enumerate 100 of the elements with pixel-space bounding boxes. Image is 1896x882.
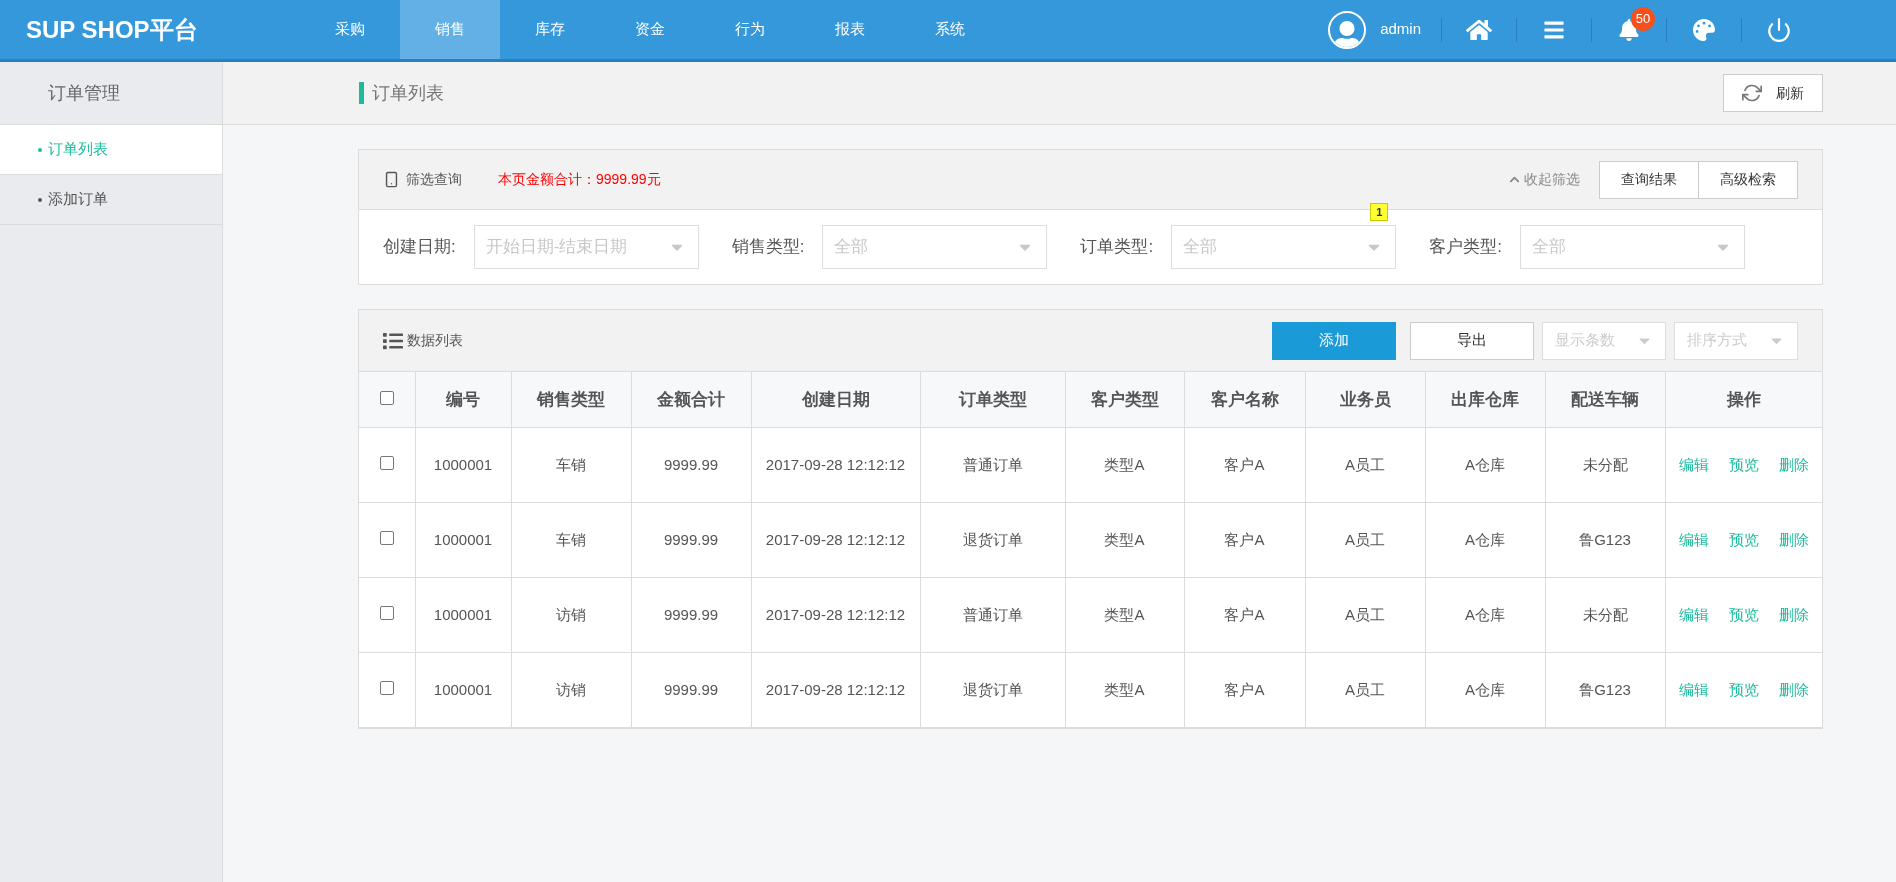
brand-logo[interactable]: SUP SHOP平台	[0, 11, 300, 48]
table-cell: A员工	[1305, 577, 1425, 653]
field-label: 客户类型:	[1429, 236, 1502, 259]
page-total: 本页金额合计：9999.99元	[498, 170, 661, 189]
action-link[interactable]: 编辑	[1678, 603, 1709, 627]
bullet-icon	[38, 197, 42, 202]
action-link[interactable]: 编辑	[1678, 678, 1709, 702]
table-cell: 访销	[511, 577, 631, 653]
nav-tab[interactable]: 报表	[800, 0, 900, 59]
power-icon[interactable]	[1766, 16, 1792, 43]
column-header: 订单类型	[920, 371, 1065, 428]
table-cell: A员工	[1305, 502, 1425, 578]
table-cell: 客户A	[1184, 577, 1305, 653]
action-link[interactable]: 删除	[1778, 453, 1809, 477]
column-header: 销售类型	[511, 371, 631, 428]
collapse-filter-link[interactable]: 收起筛选	[1509, 169, 1580, 190]
list-icon	[383, 330, 403, 351]
table-cell: 客户A	[1184, 502, 1305, 578]
column-header: 创建日期	[751, 371, 920, 428]
chevron-up-icon	[1509, 174, 1520, 185]
nav-tab[interactable]: 行为	[700, 0, 800, 59]
page-title: 订单列表	[372, 81, 444, 105]
table-cell: 退货订单	[920, 652, 1065, 728]
notification-badge: 50	[1631, 6, 1655, 31]
table-cell: 车销	[511, 502, 631, 578]
table-cell: 退货订单	[920, 502, 1065, 578]
action-link[interactable]: 预览	[1728, 603, 1759, 627]
checkbox[interactable]	[379, 681, 394, 695]
avatar-icon[interactable]	[1328, 10, 1367, 49]
action-link[interactable]: 预览	[1728, 528, 1759, 552]
table-cell: 类型A	[1065, 652, 1184, 728]
checkbox[interactable]	[379, 531, 394, 545]
column-header: 操作	[1665, 371, 1822, 428]
table-cell: 访销	[511, 652, 631, 728]
field-label: 创建日期:	[383, 236, 456, 259]
action-link[interactable]: 预览	[1728, 678, 1759, 702]
nav-tab[interactable]: 采购	[300, 0, 400, 59]
table-cell: 1000001	[415, 502, 511, 578]
refresh-button[interactable]: 刷新	[1723, 74, 1823, 112]
table-cell: 鲁G123	[1545, 652, 1665, 728]
filter-title: 筛选查询	[406, 170, 462, 189]
action-link[interactable]: 编辑	[1678, 453, 1709, 477]
refresh-icon	[1742, 83, 1762, 103]
export-button[interactable]: 导出	[1410, 321, 1534, 360]
column-header: 金额合计	[631, 371, 751, 428]
table-cell: 鲁G123	[1545, 502, 1665, 578]
table-cell: 2017-09-28 12:12:12	[751, 427, 920, 503]
table-cell: 普通订单	[920, 577, 1065, 653]
data-title: 数据列表	[407, 331, 463, 350]
table-cell: 未分配	[1545, 577, 1665, 653]
sidebar-item[interactable]: 添加订单	[0, 175, 222, 225]
action-link[interactable]: 预览	[1728, 453, 1759, 477]
table-cell: 类型A	[1065, 427, 1184, 503]
nav-tab[interactable]: 系统	[900, 0, 1000, 59]
table-cell: 客户A	[1184, 427, 1305, 503]
palette-icon[interactable]	[1693, 18, 1715, 41]
add-button[interactable]: 添加	[1272, 321, 1396, 360]
phone-icon	[383, 171, 400, 188]
user-name[interactable]: admin	[1380, 18, 1421, 41]
table-cell: 9999.99	[631, 577, 751, 653]
table-cell: 1000001	[415, 427, 511, 503]
column-header: 配送车辆	[1545, 371, 1665, 428]
table-cell: 2017-09-28 12:12:12	[751, 652, 920, 728]
checkbox[interactable]	[379, 390, 394, 405]
table-cell: A仓库	[1425, 427, 1545, 503]
nav-tab[interactable]: 资金	[600, 0, 700, 59]
column-header: 客户名称	[1184, 371, 1305, 428]
filter-button[interactable]: 查询结果	[1599, 160, 1699, 199]
table-cell: 车销	[511, 427, 631, 503]
table-cell: 类型A	[1065, 502, 1184, 578]
table-cell: 2017-09-28 12:12:12	[751, 577, 920, 653]
table-cell: A仓库	[1425, 502, 1545, 578]
action-link[interactable]: 删除	[1778, 603, 1809, 627]
table-cell: A员工	[1305, 427, 1425, 503]
filter-button[interactable]: 高级检索	[1698, 160, 1798, 199]
field-label: 订单类型:	[1080, 236, 1154, 259]
nav-tab[interactable]: 销售	[400, 0, 500, 59]
table-cell: 2017-09-28 12:12:12	[751, 502, 920, 578]
column-header: 出库仓库	[1425, 371, 1545, 428]
sidebar-item[interactable]: 订单列表	[0, 125, 222, 175]
table-cell: 未分配	[1545, 427, 1665, 503]
action-link[interactable]: 编辑	[1678, 528, 1709, 552]
nav-tab[interactable]: 库存	[500, 0, 600, 59]
table-cell: A仓库	[1425, 652, 1545, 728]
table-cell: 1000001	[415, 652, 511, 728]
table-cell: 客户A	[1184, 652, 1305, 728]
checkbox[interactable]	[379, 456, 394, 470]
table-cell: 1000001	[415, 577, 511, 653]
table-cell: 9999.99	[631, 427, 751, 503]
action-link[interactable]: 删除	[1778, 678, 1809, 702]
table-cell: 普通订单	[920, 427, 1065, 503]
bullet-icon	[38, 147, 42, 152]
action-link[interactable]: 删除	[1778, 528, 1809, 552]
table-cell: A仓库	[1425, 577, 1545, 653]
field-label: 销售类型:	[731, 236, 805, 259]
table-cell: 9999.99	[631, 502, 751, 578]
checkbox[interactable]	[379, 606, 394, 620]
column-header: 业务员	[1305, 371, 1425, 428]
table-cell: A员工	[1305, 652, 1425, 728]
table-cell: 9999.99	[631, 652, 751, 728]
